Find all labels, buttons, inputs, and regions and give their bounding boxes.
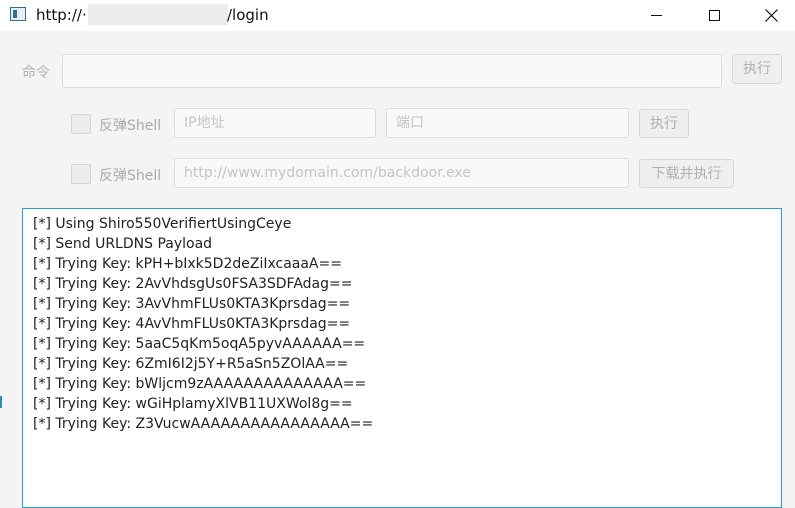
log-line: [*] Using Shiro550VerifiertUsingCeye [33,216,292,232]
ip-address-input[interactable] [174,108,376,138]
redacted-host [88,4,228,25]
command-input[interactable] [62,54,722,88]
close-icon [764,9,778,22]
log-line: [*] Trying Key: 2AvVhdsgUs0FSA3SDFAdag== [33,276,353,292]
window-title-prefix: http://· [36,6,87,24]
maximize-button[interactable] [685,0,743,31]
download-url-input[interactable] [174,158,629,188]
app-icon [10,7,26,21]
log-line: [*] Trying Key: Z3VucwAAAAAAAAAAAAAAAA== [33,416,374,432]
download-execute-button[interactable]: 下载并执行 [639,159,734,188]
log-line: [*] Trying Key: kPH+bIxk5D2deZiIxcaaaA== [33,256,342,272]
log-line: [*] Trying Key: 5aaC5qKm5oqA5pyvAAAAAA== [33,336,366,352]
reverse-shell-execute-button[interactable]: 执行 [639,109,689,138]
log-line: [*] Trying Key: bWljcm9zAAAAAAAAAAAAAA== [33,376,367,392]
window-edge-accent [0,396,2,408]
command-execute-button[interactable]: 执行 [732,54,782,84]
command-label: 命令 [22,65,50,81]
log-line: [*] Trying Key: wGiHplamyXlVB11UXWol8g== [33,396,353,412]
download-shell-label: 反弹Shell [99,168,162,184]
port-input[interactable] [386,108,629,138]
log-line: [*] Trying Key: 6ZmI6I2j5Y+R5aSn5ZOlAA== [33,356,349,372]
close-button[interactable] [742,0,795,31]
maximize-icon [708,10,720,21]
minimize-icon [650,15,662,16]
output-log[interactable]: [*] Using Shiro550VerifiertUsingCeye [*]… [22,208,782,508]
title-bar: http://· /login [0,0,795,31]
log-line: [*] Send URLDNS Payload [33,236,213,252]
reverse-shell-label: 反弹Shell [99,118,162,134]
window-title-suffix: /login [227,6,269,24]
reverse-shell-checkbox[interactable] [71,114,91,134]
minimize-button[interactable] [627,0,685,31]
log-line: [*] Trying Key: 3AvVhmFLUs0KTA3Kprsdag== [33,296,351,312]
log-line: [*] Trying Key: 4AvVhmFLUs0KTA3Kprsdag== [33,316,351,332]
download-shell-checkbox[interactable] [71,164,91,184]
